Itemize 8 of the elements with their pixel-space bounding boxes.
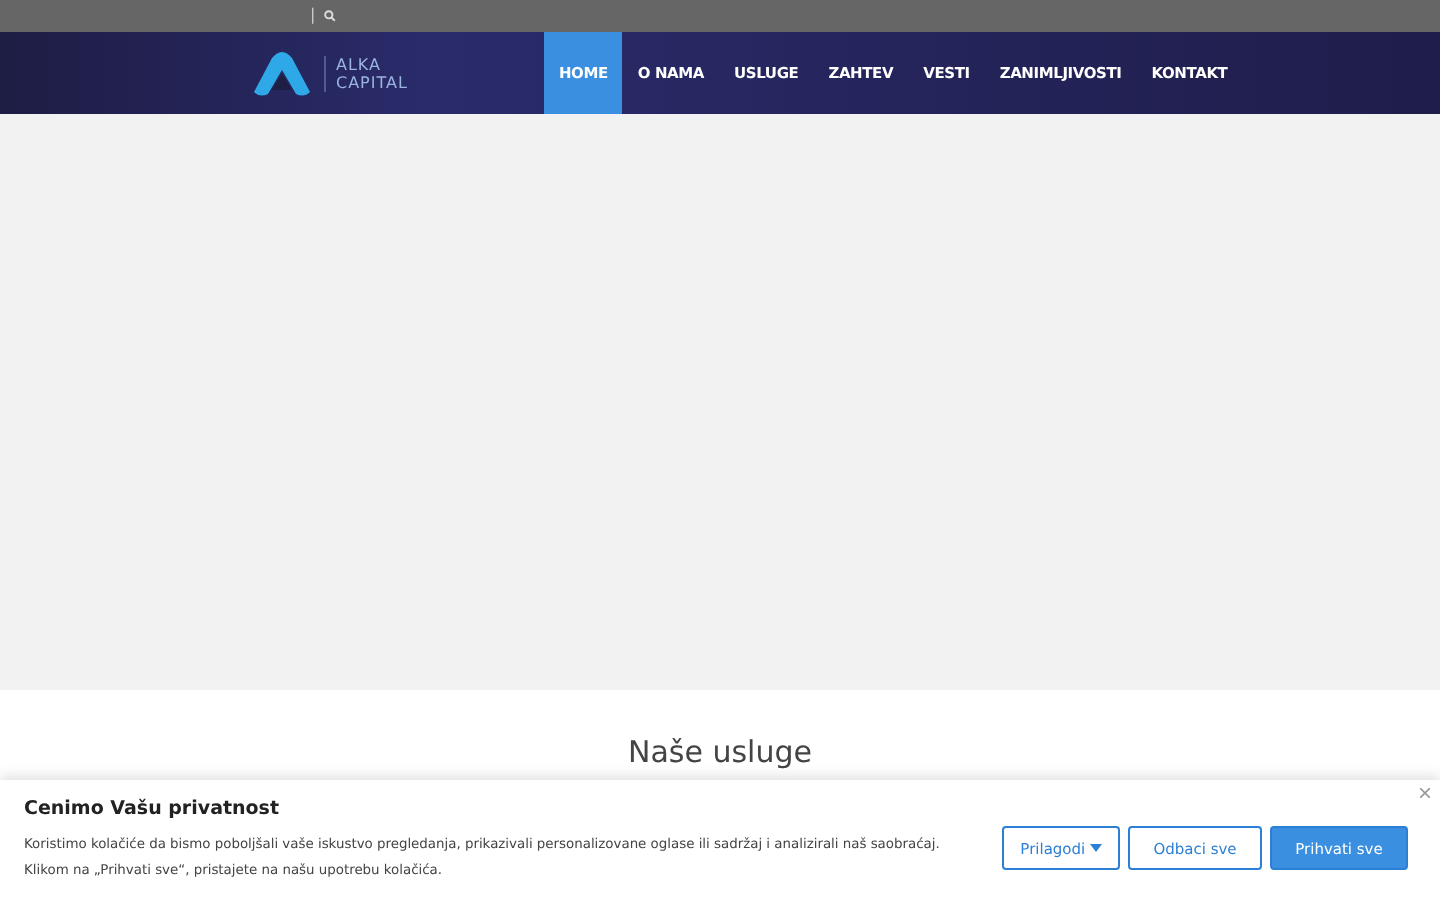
divider: | <box>310 4 316 28</box>
search-icon[interactable] <box>323 10 336 22</box>
caret-icon <box>1090 844 1102 853</box>
logo-icon[interactable] <box>248 49 316 97</box>
close-icon[interactable] <box>1420 788 1430 798</box>
banner-title: Cenimo Vašu privatnost <box>24 796 282 824</box>
section-heading: Naše usluge <box>626 734 814 770</box>
logo-text: ALKA CAPITAL <box>324 55 408 91</box>
